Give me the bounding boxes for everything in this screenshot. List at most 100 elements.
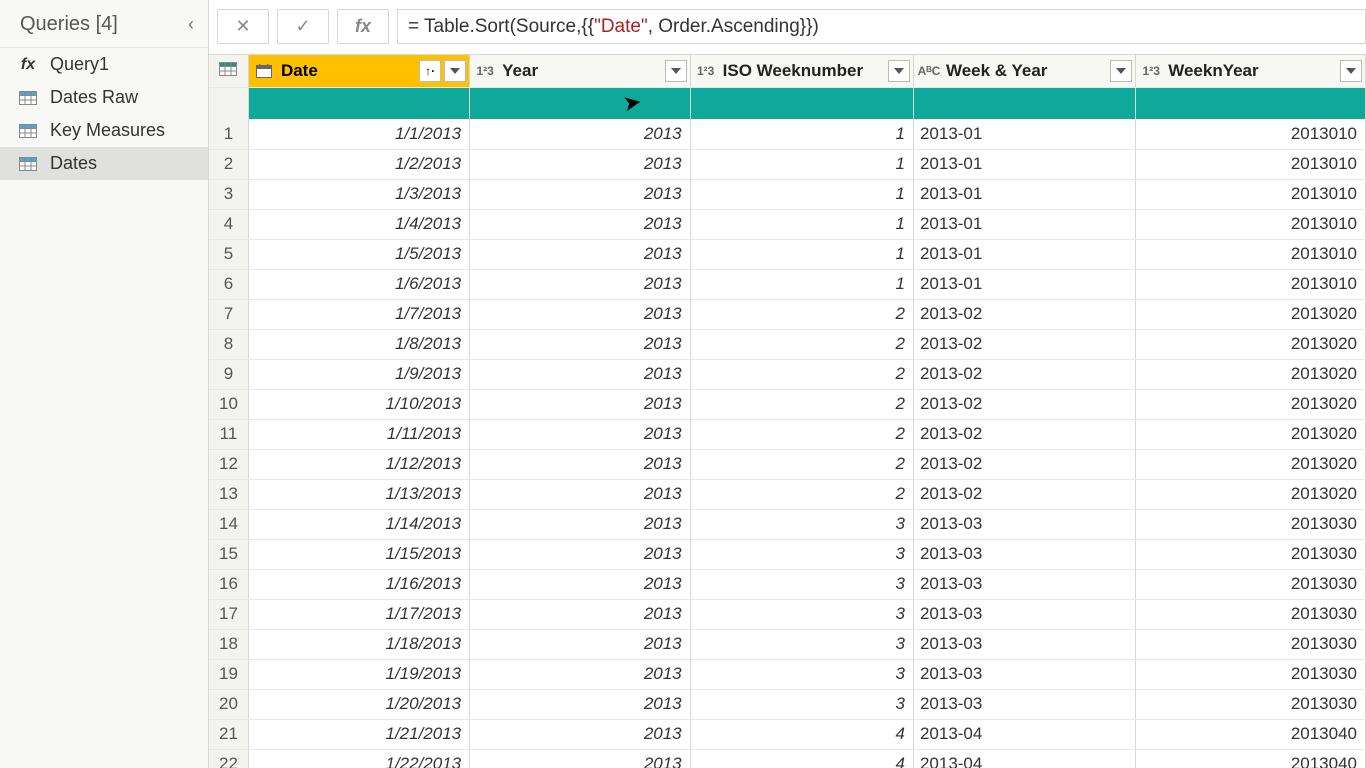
cell-week-and-year[interactable]: 2013-01: [913, 209, 1135, 239]
cell-year[interactable]: 2013: [470, 389, 691, 419]
row-number[interactable]: 16: [209, 569, 248, 599]
cell-week-and-year[interactable]: 2013-02: [913, 329, 1135, 359]
cell-date[interactable]: 1/10/2013: [248, 389, 469, 419]
row-number[interactable]: 7: [209, 299, 248, 329]
row-number[interactable]: 3: [209, 179, 248, 209]
column-filter-button[interactable]: [665, 60, 687, 82]
cell-iso-weeknumber[interactable]: 2: [690, 479, 913, 509]
cell-weeknyear[interactable]: 2013020: [1136, 299, 1366, 329]
cell-date[interactable]: 1/16/2013: [248, 569, 469, 599]
row-number[interactable]: 19: [209, 659, 248, 689]
row-number[interactable]: 12: [209, 449, 248, 479]
cell-week-and-year[interactable]: 2013-01: [913, 119, 1135, 149]
cell-iso-weeknumber[interactable]: 1: [690, 179, 913, 209]
cell-year[interactable]: 2013: [470, 569, 691, 599]
cell-week-and-year[interactable]: 2013-03: [913, 569, 1135, 599]
cell-iso-weeknumber[interactable]: 2: [690, 389, 913, 419]
cell-weeknyear[interactable]: 2013030: [1136, 539, 1366, 569]
cell-date[interactable]: 1/14/2013: [248, 509, 469, 539]
cell-weeknyear[interactable]: 2013010: [1136, 179, 1366, 209]
table-row[interactable]: 111/11/2013201322013-022013020: [209, 419, 1366, 449]
cell-week-and-year[interactable]: 2013-03: [913, 659, 1135, 689]
cell-iso-weeknumber[interactable]: 1: [690, 149, 913, 179]
cell-year[interactable]: 2013: [470, 599, 691, 629]
table-row[interactable]: 91/9/2013201322013-022013020: [209, 359, 1366, 389]
row-number[interactable]: 13: [209, 479, 248, 509]
cell-week-and-year[interactable]: 2013-03: [913, 509, 1135, 539]
cell-iso-weeknumber[interactable]: 4: [690, 719, 913, 749]
table-row[interactable]: 201/20/2013201332013-032013030: [209, 689, 1366, 719]
row-number[interactable]: 14: [209, 509, 248, 539]
table-row[interactable]: 211/21/2013201342013-042013040: [209, 719, 1366, 749]
cell-week-and-year[interactable]: 2013-02: [913, 299, 1135, 329]
row-number[interactable]: 17: [209, 599, 248, 629]
row-number[interactable]: 21: [209, 719, 248, 749]
cell-year[interactable]: 2013: [470, 269, 691, 299]
cell-year[interactable]: 2013: [470, 419, 691, 449]
cell-week-and-year[interactable]: 2013-03: [913, 629, 1135, 659]
cell-weeknyear[interactable]: 2013030: [1136, 629, 1366, 659]
column-header-date[interactable]: Date↑·: [248, 55, 469, 87]
cell-date[interactable]: 1/13/2013: [248, 479, 469, 509]
cell-weeknyear[interactable]: 2013030: [1136, 659, 1366, 689]
cell-weeknyear[interactable]: 2013020: [1136, 389, 1366, 419]
data-grid[interactable]: Date↑·1²3Year1²3ISO WeeknumberAᴮCWeek & …: [209, 55, 1366, 768]
cell-iso-weeknumber[interactable]: 2: [690, 419, 913, 449]
row-number[interactable]: 5: [209, 239, 248, 269]
cell-week-and-year[interactable]: 2013-04: [913, 719, 1135, 749]
cell-year[interactable]: 2013: [470, 539, 691, 569]
cell-week-and-year[interactable]: 2013-03: [913, 599, 1135, 629]
column-filter-button[interactable]: [888, 60, 910, 82]
cell-iso-weeknumber[interactable]: 3: [690, 569, 913, 599]
cell-date[interactable]: 1/6/2013: [248, 269, 469, 299]
fx-button[interactable]: fx: [337, 9, 389, 44]
cell-date[interactable]: 1/3/2013: [248, 179, 469, 209]
cell-date[interactable]: 1/4/2013: [248, 209, 469, 239]
cell-iso-weeknumber[interactable]: 2: [690, 299, 913, 329]
cell-iso-weeknumber[interactable]: 3: [690, 599, 913, 629]
cell-iso-weeknumber[interactable]: 1: [690, 119, 913, 149]
column-header-week-year[interactable]: AᴮCWeek & Year: [913, 55, 1135, 87]
cell-iso-weeknumber[interactable]: 3: [690, 539, 913, 569]
cell-year[interactable]: 2013: [470, 299, 691, 329]
cell-week-and-year[interactable]: 2013-04: [913, 749, 1135, 768]
row-number[interactable]: 18: [209, 629, 248, 659]
cell-year[interactable]: 2013: [470, 149, 691, 179]
table-row[interactable]: 171/17/2013201332013-032013030: [209, 599, 1366, 629]
cell-iso-weeknumber[interactable]: 4: [690, 749, 913, 768]
query-item-dates[interactable]: Dates: [0, 147, 208, 180]
cell-year[interactable]: 2013: [470, 749, 691, 768]
cell-weeknyear[interactable]: 2013020: [1136, 479, 1366, 509]
cell-date[interactable]: 1/11/2013: [248, 419, 469, 449]
cell-week-and-year[interactable]: 2013-03: [913, 539, 1135, 569]
cell-year[interactable]: 2013: [470, 659, 691, 689]
cell-week-and-year[interactable]: 2013-02: [913, 479, 1135, 509]
cell-iso-weeknumber[interactable]: 3: [690, 659, 913, 689]
cell-weeknyear[interactable]: 2013030: [1136, 689, 1366, 719]
select-all-corner[interactable]: [209, 55, 248, 87]
cell-iso-weeknumber[interactable]: 1: [690, 269, 913, 299]
cell-date[interactable]: 1/5/2013: [248, 239, 469, 269]
table-row[interactable]: 81/8/2013201322013-022013020: [209, 329, 1366, 359]
table-row[interactable]: 11/1/2013201312013-012013010: [209, 119, 1366, 149]
cell-weeknyear[interactable]: 2013010: [1136, 149, 1366, 179]
table-row[interactable]: 21/2/2013201312013-012013010: [209, 149, 1366, 179]
row-number[interactable]: 4: [209, 209, 248, 239]
cell-weeknyear[interactable]: 2013010: [1136, 269, 1366, 299]
row-number[interactable]: 20: [209, 689, 248, 719]
cell-iso-weeknumber[interactable]: 3: [690, 689, 913, 719]
cell-date[interactable]: 1/15/2013: [248, 539, 469, 569]
table-row[interactable]: 61/6/2013201312013-012013010: [209, 269, 1366, 299]
sort-asc-indicator-icon[interactable]: ↑·: [419, 60, 441, 82]
cell-year[interactable]: 2013: [470, 329, 691, 359]
table-row[interactable]: 121/12/2013201322013-022013020: [209, 449, 1366, 479]
cell-week-and-year[interactable]: 2013-02: [913, 389, 1135, 419]
cell-weeknyear[interactable]: 2013030: [1136, 509, 1366, 539]
cell-weeknyear[interactable]: 2013010: [1136, 209, 1366, 239]
cell-iso-weeknumber[interactable]: 1: [690, 209, 913, 239]
cell-weeknyear[interactable]: 2013030: [1136, 569, 1366, 599]
cell-date[interactable]: 1/17/2013: [248, 599, 469, 629]
cell-year[interactable]: 2013: [470, 359, 691, 389]
table-row[interactable]: 141/14/2013201332013-032013030: [209, 509, 1366, 539]
cell-date[interactable]: 1/22/2013: [248, 749, 469, 768]
